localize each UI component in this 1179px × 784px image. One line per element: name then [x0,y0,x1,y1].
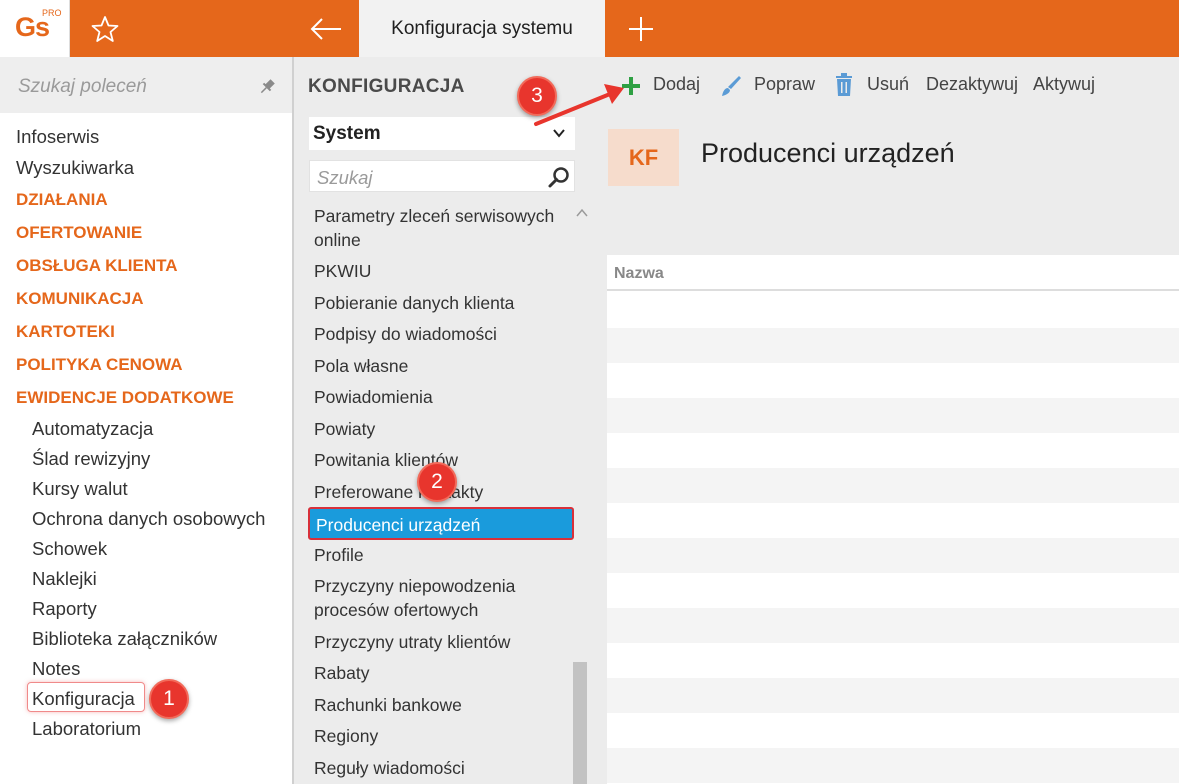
deactivate-button[interactable]: Dezaktywuj [926,74,1018,95]
top-bar: Gs PRO Konfiguracja systemu [0,0,1179,57]
add-button[interactable]: Dodaj [653,74,700,95]
nav-automatyzacja[interactable]: Automatyzacja [32,418,153,440]
list-item[interactable]: Podpisy do wiadomości [314,322,497,346]
list-item[interactable]: Rabaty [314,661,369,685]
tab-konfiguracja-systemu[interactable]: Konfiguracja systemu [359,0,605,57]
nav-section-ewidencje-dodatkowe[interactable]: EWIDENCJE DODATKOWE [16,388,234,408]
table-row [607,363,1179,398]
list-item[interactable]: Przyczyny utraty klientów [314,630,510,654]
callout-arrow-icon [534,84,624,126]
table-row [607,748,1179,783]
nav-section-polityka-cenowa[interactable]: POLITYKA CENOWA [16,355,183,375]
nav-section-ofertowanie[interactable]: OFERTOWANIE [16,223,142,243]
table-row [607,398,1179,433]
trash-icon[interactable] [835,73,853,97]
nav-section-kartoteki[interactable]: KARTOTEKI [16,322,115,342]
nav-raporty[interactable]: Raporty [32,598,97,620]
brush-icon[interactable] [720,74,742,98]
list-item[interactable]: Powiadomienia [314,385,433,409]
back-arrow-icon[interactable] [308,14,344,44]
nav-wyszukiwarka[interactable]: Wyszukiwarka [16,157,134,179]
table-row [607,293,1179,328]
data-table: Nazwa [607,255,1179,784]
table-row [607,678,1179,713]
nav-biblioteka-zalacznikow[interactable]: Biblioteka załączników [32,628,217,650]
command-search-placeholder: Szukaj poleceń [18,76,147,97]
nav-schowek[interactable]: Schowek [32,538,107,560]
favorites-star-icon[interactable] [90,14,120,44]
list-item[interactable]: Preferowane kontakty [314,480,483,504]
list-item[interactable]: Pobieranie danych klienta [314,291,514,315]
scrollbar-thumb[interactable] [573,662,587,784]
table-row [607,608,1179,643]
nav-slad-rewizyjny[interactable]: Ślad rewizyjny [32,448,150,470]
nav-konfiguracja[interactable]: Konfiguracja [32,688,135,710]
nav-infoserwis[interactable]: Infoserwis [16,126,99,148]
list-item-selected-producenci[interactable]: Producenci urządzeń [308,507,574,540]
nav-section-dzialania[interactable]: DZIAŁANIA [16,190,108,210]
list-item[interactable]: Pola własne [314,354,408,378]
list-item[interactable]: Profile [314,543,364,567]
main-content: Dodaj Popraw Usuń Dezaktywuj Aktywuj KF … [594,57,1179,784]
list-item[interactable]: PKWIU [314,259,371,283]
edit-button[interactable]: Popraw [754,74,815,95]
app-logo[interactable]: Gs PRO [0,0,70,57]
delete-button[interactable]: Usuń [867,74,909,95]
page-icon-badge: KF [608,129,679,186]
table-row [607,433,1179,468]
callout-2: 2 [417,462,457,502]
callout-1: 1 [149,679,189,719]
sidebar: Szukaj poleceń Infoserwis Wyszukiwarka D… [0,57,292,784]
nav-laboratorium[interactable]: Laboratorium [32,718,141,740]
nav-section-obsluga-klienta[interactable]: OBSŁUGA KLIENTA [16,256,178,276]
activate-button[interactable]: Aktywuj [1033,74,1095,95]
config-panel: KONFIGURACJA System Szukaj Parametry zle… [294,57,594,784]
list-item[interactable]: Regiony [314,724,378,748]
list-item[interactable]: Powiaty [314,417,375,441]
command-search-input[interactable]: Szukaj poleceń [0,57,292,113]
table-row [607,573,1179,608]
list-item[interactable]: Reguły wiadomości [314,756,465,780]
logo-pro-badge: PRO [42,8,62,18]
list-item-continuation[interactable]: procesów ofertowych [314,598,478,622]
pin-icon[interactable] [258,78,276,96]
table-row [607,713,1179,748]
table-row [607,503,1179,538]
list-item[interactable]: Przyczyny niepowodzenia [314,574,515,598]
table-header: Nazwa [607,255,1179,291]
column-header-nazwa[interactable]: Nazwa [614,265,664,283]
list-item[interactable]: Parametry zleceń serwisowych [314,204,554,228]
nav-notes[interactable]: Notes [32,658,80,680]
list-item[interactable]: Rachunki bankowe [314,693,462,717]
nav-section-komunikacja[interactable]: KOMUNIKACJA [16,289,144,309]
nav-kursy-walut[interactable]: Kursy walut [32,478,128,500]
table-row [607,468,1179,503]
table-row [607,328,1179,363]
list-item-continuation[interactable]: online [314,228,361,252]
table-row [607,643,1179,678]
table-row [607,538,1179,573]
nav-naklejki[interactable]: Naklejki [32,568,97,590]
new-tab-plus-icon[interactable] [625,13,657,45]
page-title: Producenci urządzeń [701,138,955,168]
nav-ochrona-danych[interactable]: Ochrona danych osobowych [32,508,265,530]
config-list: Parametry zleceń serwisowych online PKWI… [294,57,594,784]
